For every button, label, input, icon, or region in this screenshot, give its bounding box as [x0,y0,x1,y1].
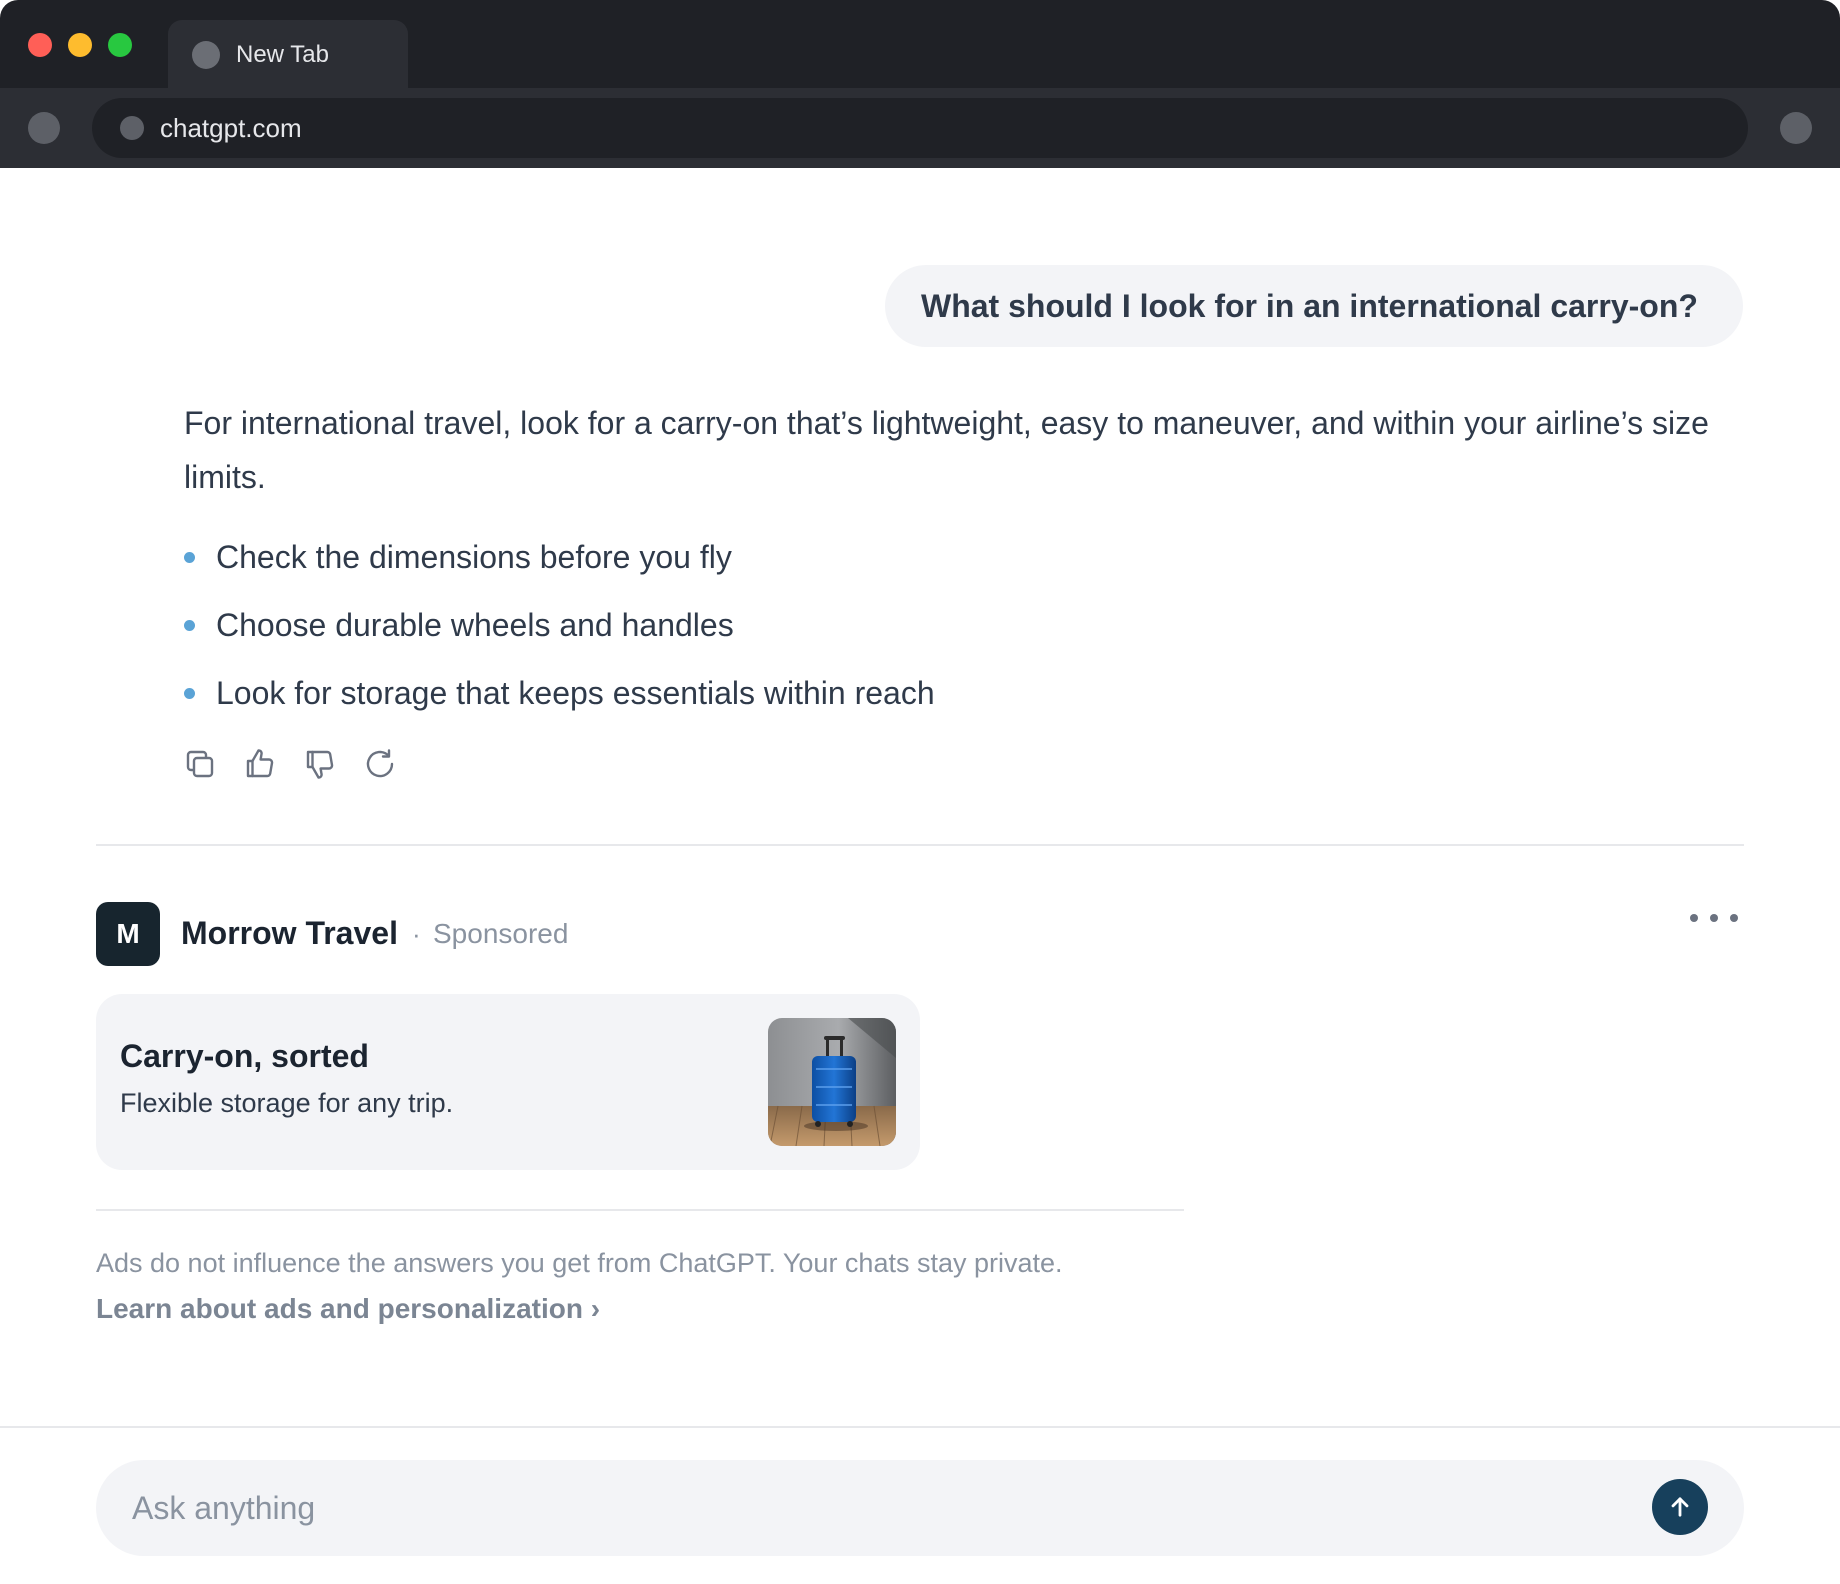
disclaimer-divider [96,1209,1184,1211]
refresh-icon[interactable] [362,746,398,782]
back-button[interactable] [28,112,60,144]
tab-favicon-icon [192,41,220,69]
user-message-text: What should I look for in an internation… [921,288,1698,324]
profile-button[interactable] [1780,112,1812,144]
composer-divider [0,1426,1840,1428]
bullet-dot [184,552,195,563]
ask-input[interactable] [132,1482,1612,1534]
list-item-text: Choose durable wheels and handles [216,607,734,643]
list-item-text: Look for storage that keeps essentials w… [216,675,935,711]
thumbs-up-icon[interactable] [242,746,278,782]
address-text[interactable]: chatgpt.com [160,112,302,144]
more-dot-icon [1730,914,1738,922]
tab-bar: New Tab [0,0,1840,88]
sponsored-label: Sponsored [433,918,569,949]
bullet-dot [184,620,195,631]
browser-window: New Tab chatgpt.com What should I look f… [0,0,1840,1584]
maximize-window-button[interactable] [108,33,132,57]
assistant-intro: For international travel, look for a car… [184,405,1709,495]
copy-icon[interactable] [182,746,218,782]
more-dot-icon [1710,914,1718,922]
more-options-button[interactable] [1690,904,1738,932]
address-bar[interactable]: chatgpt.com [92,98,1748,158]
ad-subtitle: Flexible storage for any trip. [120,1088,454,1118]
arrow-up-icon [1671,1497,1689,1517]
ad-card[interactable]: Carry-on, sorted Flexible storage for an… [96,994,920,1170]
brand-separator: · [412,919,421,949]
list-item-text: Check the dimensions before you fly [216,539,732,575]
minimize-window-button[interactable] [68,33,92,57]
thumbs-down-icon[interactable] [302,746,338,782]
list-item: Check the dimensions before you fly [184,530,1684,598]
close-window-button[interactable] [28,33,52,57]
suitcase-image [768,1018,896,1146]
composer [96,1460,1744,1556]
list-item: Choose durable wheels and handles [184,598,1684,666]
list-item: Look for storage that keeps essentials w… [184,666,1684,734]
ads-disclaimer: Ads do not influence the answers you get… [96,1248,1063,1278]
more-dot-icon [1690,914,1698,922]
bullet-dot [184,688,195,699]
user-message-bubble: What should I look for in an internation… [885,265,1743,347]
site-info-icon[interactable] [120,116,144,140]
send-button[interactable] [1652,1479,1708,1535]
browser-toolbar: chatgpt.com [0,88,1840,168]
brand-name[interactable]: Morrow Travel [181,913,398,953]
assistant-bullet-list: Check the dimensions before you fly Choo… [184,530,1684,734]
section-divider [96,844,1744,846]
brand-avatar[interactable]: M [96,902,160,966]
tab-title: New Tab [236,41,329,68]
learn-about-ads-link[interactable]: Learn about ads and personalization › [96,1292,600,1326]
ad-title: Carry-on, sorted [120,1038,369,1074]
browser-tab[interactable]: New Tab [168,20,408,88]
